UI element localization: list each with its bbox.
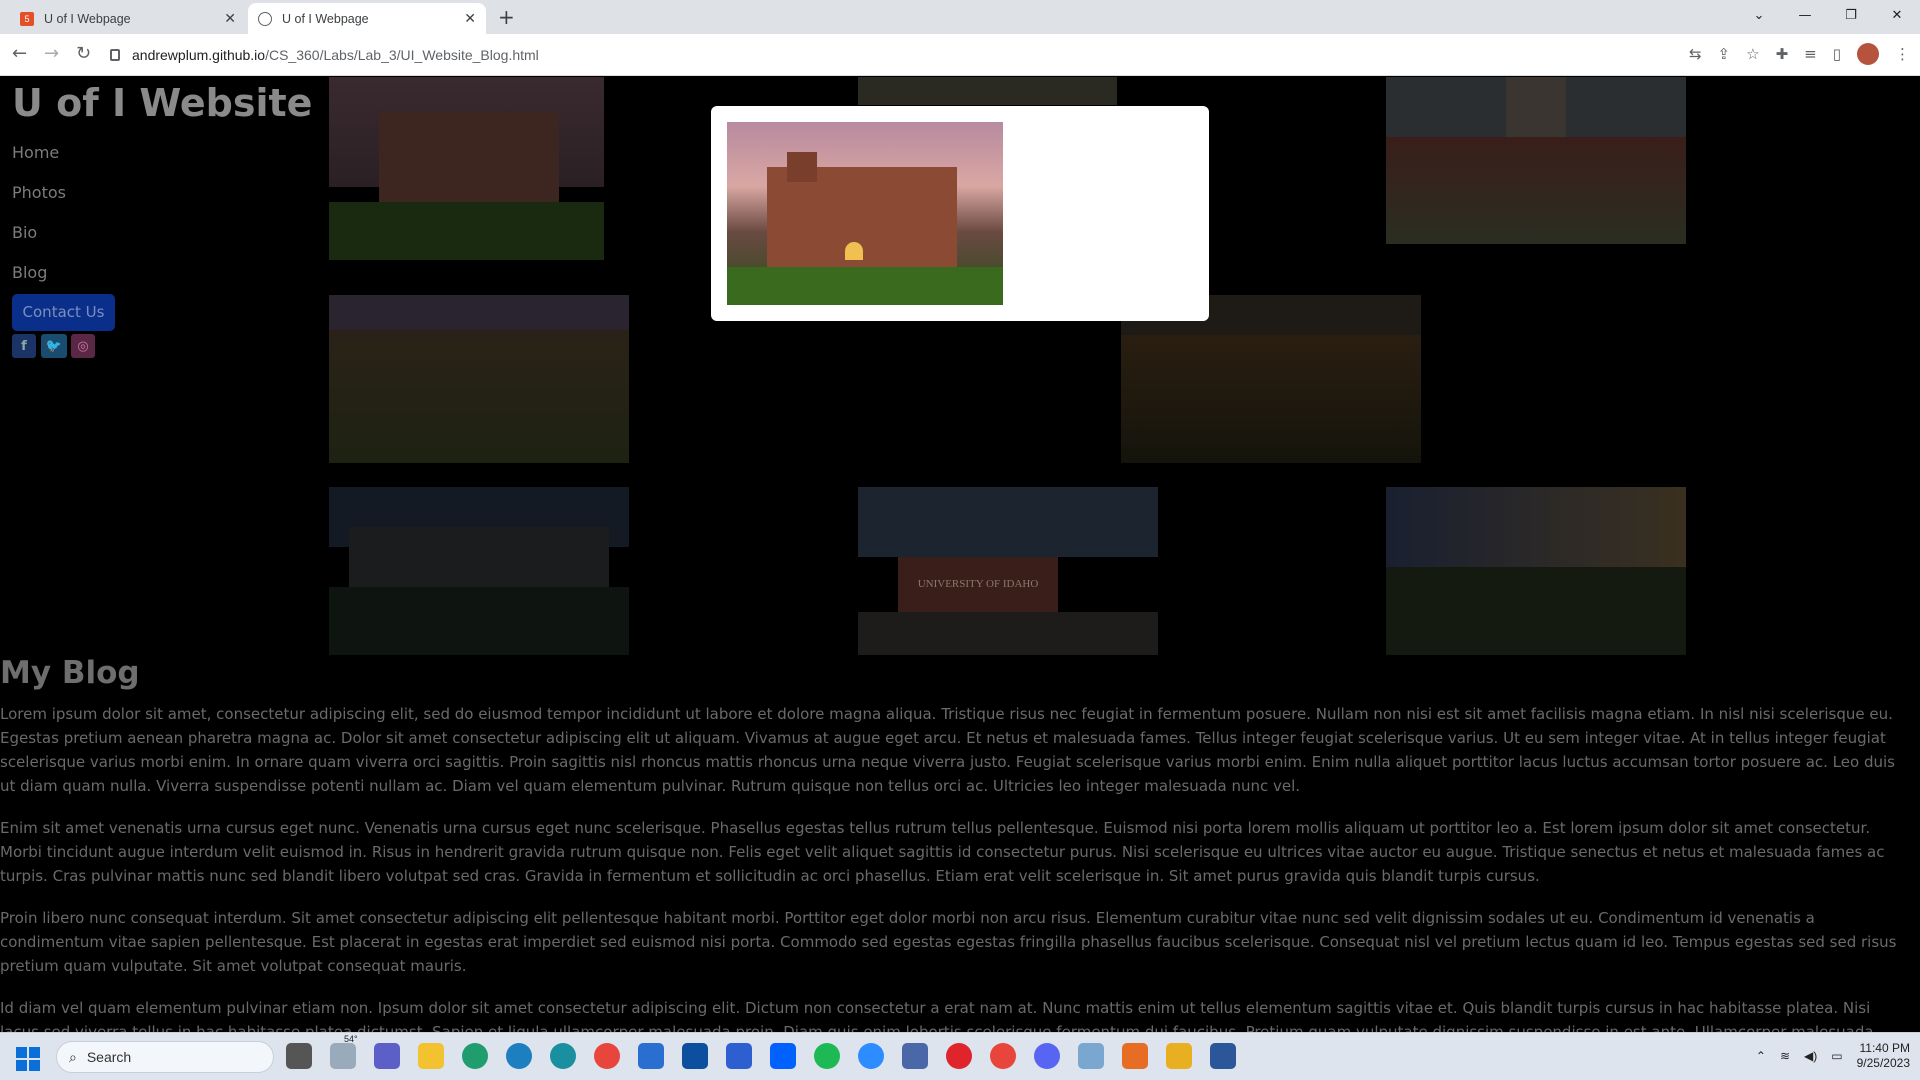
blog-paragraph: Lorem ipsum dolor sit amet, consectetur … [0,705,1895,795]
sign-text: UNIVERSITY OF IDAHO [898,557,1058,612]
weather-icon[interactable]: 54° [330,1034,358,1069]
chrome-icon[interactable] [594,1043,620,1069]
teams-icon[interactable] [374,1043,400,1069]
translate-icon[interactable]: ⇆ [1689,45,1702,63]
weather-temp: 54° [344,1034,358,1044]
url-host: andrewplum.github.io [132,47,266,63]
edge-beta-icon[interactable] [506,1043,532,1069]
opera-icon[interactable] [946,1043,972,1069]
browser-toolbar: ← → ↻ andrewplum.github.io/CS_360/Labs/L… [0,34,1920,76]
gallery-photo-aerial-campus[interactable] [329,295,629,463]
close-tab-icon[interactable]: ✕ [464,10,476,27]
new-tab-button[interactable]: + [498,5,515,29]
windows-taskbar: ⌕ Search 54° ⌃ ≋ ◀) ▭ 11:40 PM 9/25/2023 [0,1032,1920,1080]
blog-paragraph: Proin libero nunc consequat interdum. Si… [0,909,1897,975]
battery-icon[interactable]: ▭ [1831,1049,1842,1063]
clock[interactable]: 11:40 PM 9/25/2023 [1857,1041,1910,1071]
browser-tab[interactable]: 5 U of I Webpage ✕ [10,3,246,34]
reload-button[interactable]: ↻ [76,43,91,64]
gallery-photo-water-tower[interactable] [1386,487,1686,655]
blog-paragraph: Enim sit amet venenatis urna cursus eget… [0,819,1885,885]
contact-us-button[interactable]: Contact Us [12,294,115,331]
word-icon[interactable] [1210,1043,1236,1069]
nav-link-bio[interactable]: Bio [12,223,37,242]
nav-link-home[interactable]: Home [12,143,59,162]
chevron-up-icon[interactable]: ⌃ [1756,1049,1766,1063]
task-view-icon[interactable] [286,1043,312,1069]
search-icon: ⌕ [69,1048,77,1065]
web-page: U of I Website Home Photos Bio Blog Cont… [0,77,1920,1032]
taskbar-search[interactable]: ⌕ Search [56,1041,274,1073]
window-controls: ⌄ — ❐ ✕ [1736,0,1920,34]
minimize-button[interactable]: — [1782,0,1828,34]
search-placeholder: Search [86,1049,132,1065]
forward-button[interactable]: → [44,43,59,64]
side-panel-icon[interactable]: ▯ [1833,45,1841,63]
close-window-button[interactable]: ✕ [1874,0,1920,34]
address-bar[interactable]: andrewplum.github.io/CS_360/Labs/Lab_3/U… [110,40,1690,70]
nav-link-photos[interactable]: Photos [12,183,66,202]
html5-icon: 5 [20,11,34,26]
volume-icon[interactable]: ◀) [1804,1049,1817,1063]
file-explorer-icon[interactable] [418,1043,444,1069]
twitter-icon[interactable]: 🐦 [41,334,67,358]
start-button[interactable] [16,1047,40,1071]
lightbox-image [727,122,1003,305]
network-app-icon[interactable] [902,1043,928,1069]
clock-time: 11:40 PM [1859,1041,1910,1055]
browser-tab-active[interactable]: U of I Webpage ✕ [248,3,486,34]
globe-icon [258,11,272,26]
app-icon[interactable] [682,1043,708,1069]
edge-dev-icon[interactable] [550,1043,576,1069]
tab-title: U of I Webpage [44,11,131,26]
close-tab-icon[interactable]: ✕ [224,10,236,27]
lock-icon [110,49,120,61]
zoom-icon[interactable] [858,1043,884,1069]
mail-icon[interactable] [638,1043,664,1069]
image-lightbox-modal[interactable] [711,106,1209,321]
clock-date: 9/25/2023 [1856,1056,1910,1070]
store-icon[interactable] [726,1043,752,1069]
blog-heading: My Blog [0,655,140,691]
browser-tab-strip: 5 U of I Webpage ✕ U of I Webpage ✕ + ⌄ … [0,0,1920,34]
gallery-photo-campus-walk[interactable] [1386,77,1686,244]
site-title: U of I Website [12,81,313,125]
cube-app-icon[interactable] [1166,1043,1192,1069]
toolbar-actions: ⇆ ⇪ ☆ ✚ ≡ ▯ ⋮ [1689,43,1910,65]
media-control-icon[interactable]: ≡ [1804,45,1817,63]
chart-app-icon[interactable] [1078,1043,1104,1069]
system-tray: ⌃ ≋ ◀) ▭ 11:40 PM 9/25/2023 [1756,1041,1910,1071]
gallery-photo-admin-building[interactable] [329,77,604,260]
restore-button[interactable]: ❐ [1828,0,1874,34]
gallery-photo-university-sign[interactable]: UNIVERSITY OF IDAHO [858,487,1158,655]
menu-icon[interactable]: ⋮ [1895,45,1910,63]
discord-icon[interactable] [1034,1043,1060,1069]
nav-link-blog[interactable]: Blog [12,263,47,282]
dropbox-icon[interactable] [770,1043,796,1069]
edge-icon[interactable] [462,1043,488,1069]
instagram-icon[interactable]: ◎ [71,334,95,358]
tab-title: U of I Webpage [282,11,369,26]
extensions-icon[interactable]: ✚ [1776,45,1789,63]
gallery-photo-kibbie-dome[interactable] [329,487,629,655]
tab-search-icon[interactable]: ⌄ [1736,0,1782,34]
back-button[interactable]: ← [12,43,27,64]
wifi-icon[interactable]: ≋ [1780,1049,1790,1063]
profile-avatar[interactable] [1857,43,1879,65]
bookmark-star-icon[interactable]: ☆ [1746,45,1759,63]
chrome-active-icon[interactable] [990,1043,1016,1069]
gallery-photo-partial[interactable] [858,77,1117,105]
share-icon[interactable]: ⇪ [1718,45,1731,63]
html5-app-icon[interactable] [1122,1043,1148,1069]
blog-paragraph: Id diam vel quam elementum pulvinar etia… [0,999,1874,1032]
url-path: /CS_360/Labs/Lab_3/UI_Website_Blog.html [265,47,539,63]
spotify-icon[interactable] [814,1043,840,1069]
facebook-icon[interactable]: f [12,334,36,358]
